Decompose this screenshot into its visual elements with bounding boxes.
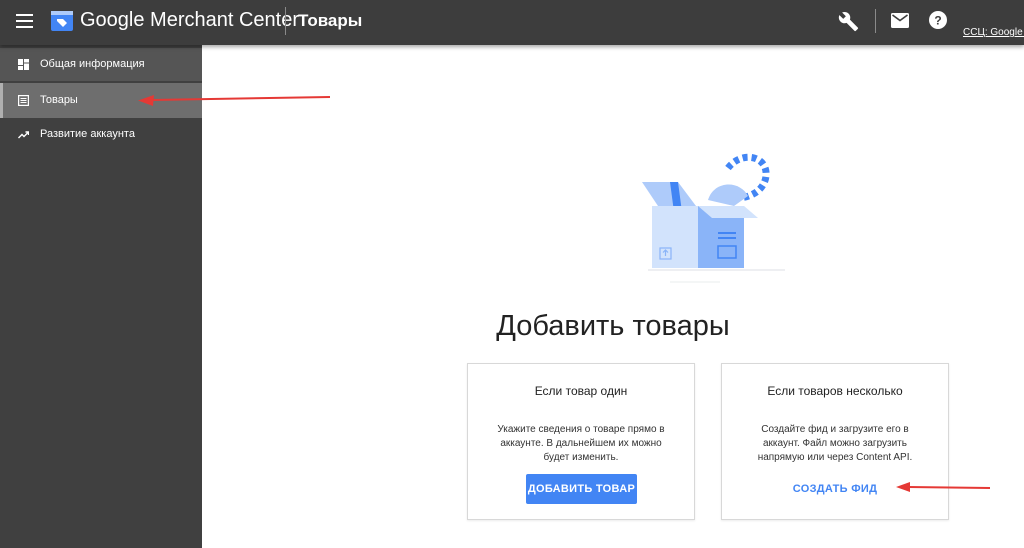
merchant-center-logo-icon xyxy=(51,11,73,31)
page-heading: Добавить товары xyxy=(496,310,730,342)
card-title: Если товар один xyxy=(534,384,628,398)
sidebar-item-label: Развитие аккаунта xyxy=(40,128,135,140)
hamburger-menu-icon[interactable] xyxy=(16,14,33,28)
sidebar-item-overview[interactable]: Общая информация xyxy=(0,48,202,81)
add-product-button[interactable]: ДОБАВИТЬ ТОВАР xyxy=(526,474,637,504)
sidebar: Общая информация Товары Развитие аккаунт… xyxy=(0,45,202,548)
header-divider xyxy=(285,7,286,35)
dashboard-icon xyxy=(18,59,29,70)
sidebar-item-label: Общая информация xyxy=(40,58,145,70)
page-title: Товары xyxy=(298,11,363,30)
single-product-card: Если товар один Укажите сведения о товар… xyxy=(467,363,695,520)
list-icon xyxy=(18,95,29,106)
account-switcher[interactable]: ССЦ: Google S xyxy=(963,27,1024,38)
annotation-arrow xyxy=(138,95,331,106)
sidebar-item-account-growth[interactable]: Развитие аккаунта xyxy=(0,118,202,151)
mail-icon[interactable] xyxy=(891,13,909,28)
help-icon[interactable]: ? xyxy=(929,11,947,29)
card-description: Создайте фид и загрузите его в аккаунт. … xyxy=(757,424,913,463)
trending-up-icon xyxy=(18,131,29,139)
toolbar-divider xyxy=(875,9,876,33)
annotation-arrow xyxy=(896,482,991,492)
card-title: Если товаров несколько xyxy=(767,384,903,398)
sidebar-item-label: Товары xyxy=(40,94,78,106)
card-description: Укажите сведения о товаре прямо в аккаун… xyxy=(497,424,665,463)
wrench-icon[interactable] xyxy=(838,11,859,32)
svg-text:?: ? xyxy=(934,14,941,28)
app-name: Google Merchant Center xyxy=(80,9,300,31)
top-app-bar: Google Merchant Center Товары ? ССЦ: Goo… xyxy=(0,0,1024,45)
add-products-heading-wrap: Добавить товары xyxy=(0,310,1024,343)
multiple-products-card: Если товаров несколько Создайте фид и за… xyxy=(721,363,949,520)
empty-box-illustration xyxy=(642,153,785,283)
